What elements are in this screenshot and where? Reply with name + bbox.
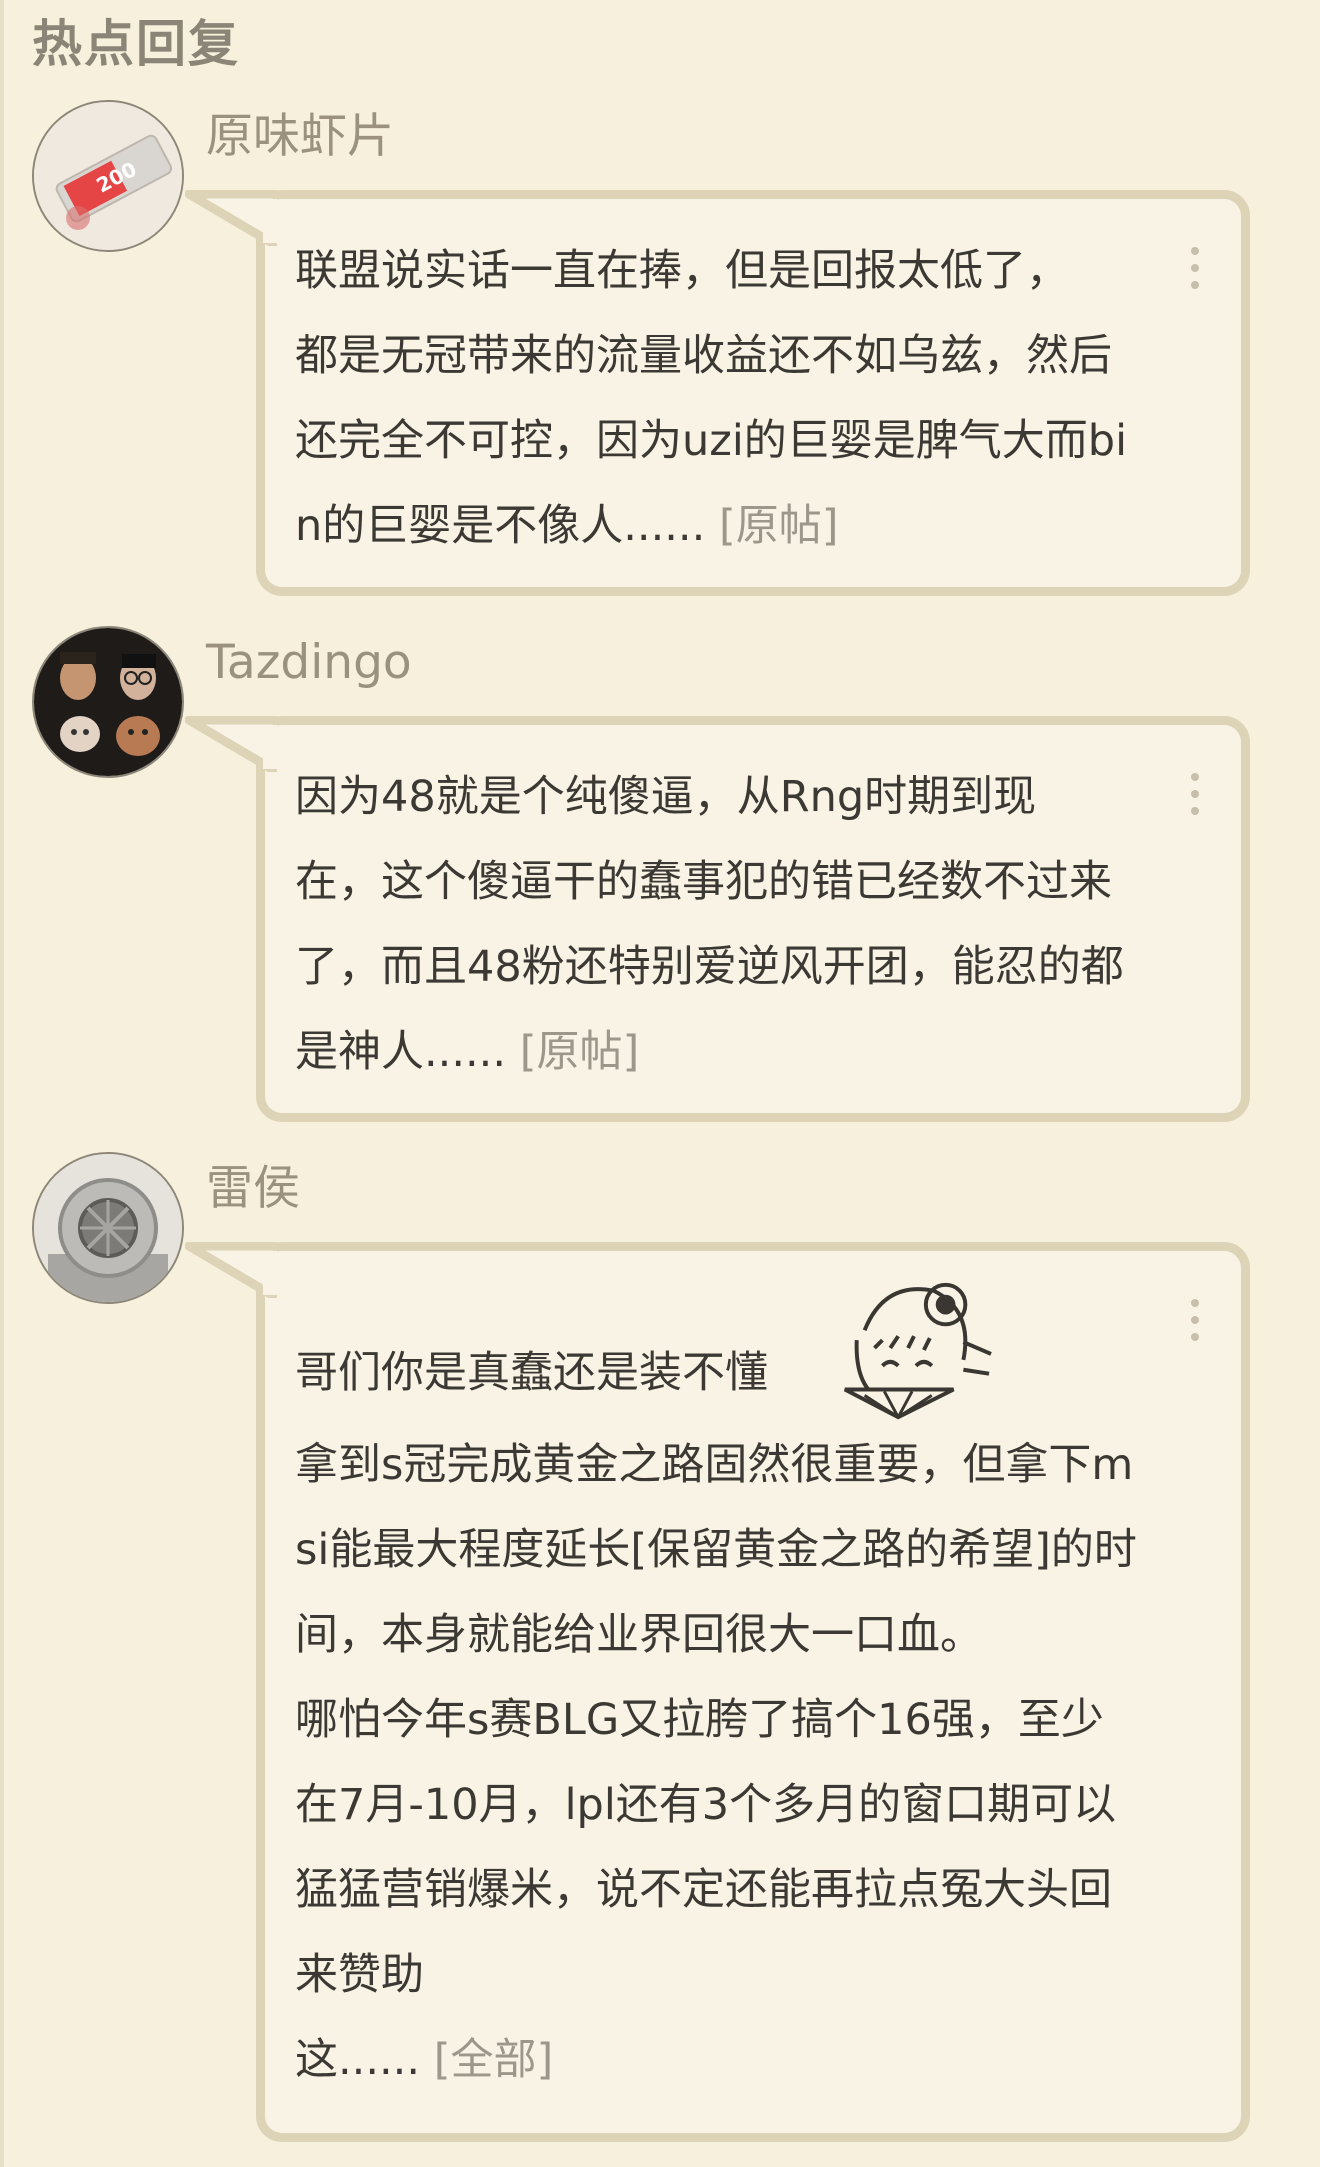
- reply-text-line: 在7月-10月，lpl还有3个多月的窗口期可以: [295, 1780, 1117, 1830]
- reply-bubble: 因为48就是个纯傻逼，从Rng时期到现 在，这个傻逼干的蠢事犯的错已经数不过来 …: [185, 716, 1250, 1122]
- reply-text-line: si能最大程度延长[保留黄金之路的希望]的时: [295, 1525, 1137, 1575]
- reply-text-line: 联盟说实话一直在捧，但是回报太低了，: [295, 246, 1069, 296]
- reply-text: 因为48就是个纯傻逼，从Rng时期到现 在，这个傻逼干的蠢事犯的错已经数不过来 …: [295, 755, 1215, 1095]
- bubble-tail: [185, 1242, 277, 1298]
- original-post-link[interactable]: [原帖]: [520, 1027, 640, 1077]
- reply-text-line: 还完全不可控，因为uzi的巨婴是脾气大而bi: [295, 416, 1128, 466]
- reply-text-line: n的巨婴是不像人......: [295, 501, 706, 551]
- reply-bubble: 哥们你是真蠢还是装不懂 拿到s冠完成黄金之路固然很重要，但拿下m si能最大程度…: [185, 1242, 1250, 2142]
- bubble-tail: [185, 716, 277, 772]
- view-all-link[interactable]: [全部]: [434, 2035, 554, 2085]
- face-collage-avatar[interactable]: [32, 626, 184, 778]
- reply-bubble: 联盟说实话一直在捧，但是回报太低了， 都是无冠带来的流量收益还不如乌兹，然后 还…: [185, 190, 1250, 596]
- section-title: 热点回复: [32, 15, 240, 73]
- reply-text-line: 来赞助: [295, 1950, 424, 2000]
- reply-text-line: 都是无冠带来的流量收益还不如乌兹，然后: [295, 331, 1112, 381]
- reply-text-line: 在，这个傻逼干的蠢事犯的错已经数不过来: [295, 857, 1112, 907]
- username[interactable]: 原味虾片: [206, 109, 394, 165]
- reply-text-line: 猛猛营销爆米，说不定还能再拉点冤大头回: [295, 1865, 1112, 1915]
- original-post-link[interactable]: [原帖]: [719, 501, 839, 551]
- shrimp-chip-package-avatar[interactable]: 200: [32, 100, 184, 252]
- reply-text-line: 了，而且48粉还特别爱逆风开团，能忍的都: [295, 942, 1124, 992]
- reply-text-line: 这......: [295, 2035, 421, 2085]
- anime-girl-fan-sticker: [843, 1282, 992, 1420]
- reply-text-line: 哥们你是真蠢还是装不懂: [295, 1348, 768, 1398]
- reply-text: 哥们你是真蠢还是装不懂 拿到s冠完成黄金之路固然很重要，但拿下m si能最大程度…: [295, 1282, 1215, 2103]
- left-edge-rule: [0, 0, 4, 2167]
- more-options-icon[interactable]: [1189, 773, 1201, 817]
- reply-text-line: 是神人......: [295, 1027, 507, 1077]
- username[interactable]: 雷侯: [206, 1161, 300, 1217]
- diving-helmet-avatar[interactable]: [32, 1152, 184, 1304]
- more-options-icon[interactable]: [1189, 1299, 1201, 1343]
- reply-text-line: 间，本身就能给业界回很大一口血。: [295, 1610, 983, 1660]
- reply-text: 联盟说实话一直在捧，但是回报太低了， 都是无冠带来的流量收益还不如乌兹，然后 还…: [295, 229, 1215, 569]
- more-options-icon[interactable]: [1189, 247, 1201, 291]
- bubble-tail: [185, 190, 277, 246]
- reply-text-line: 哪怕今年s赛BLG又拉胯了搞个16强，至少: [295, 1695, 1104, 1745]
- reply-text-line: 拿到s冠完成黄金之路固然很重要，但拿下m: [295, 1440, 1134, 1490]
- username[interactable]: Tazdingo: [206, 635, 412, 691]
- reply-text-line: 因为48就是个纯傻逼，从Rng时期到现: [295, 772, 1037, 822]
